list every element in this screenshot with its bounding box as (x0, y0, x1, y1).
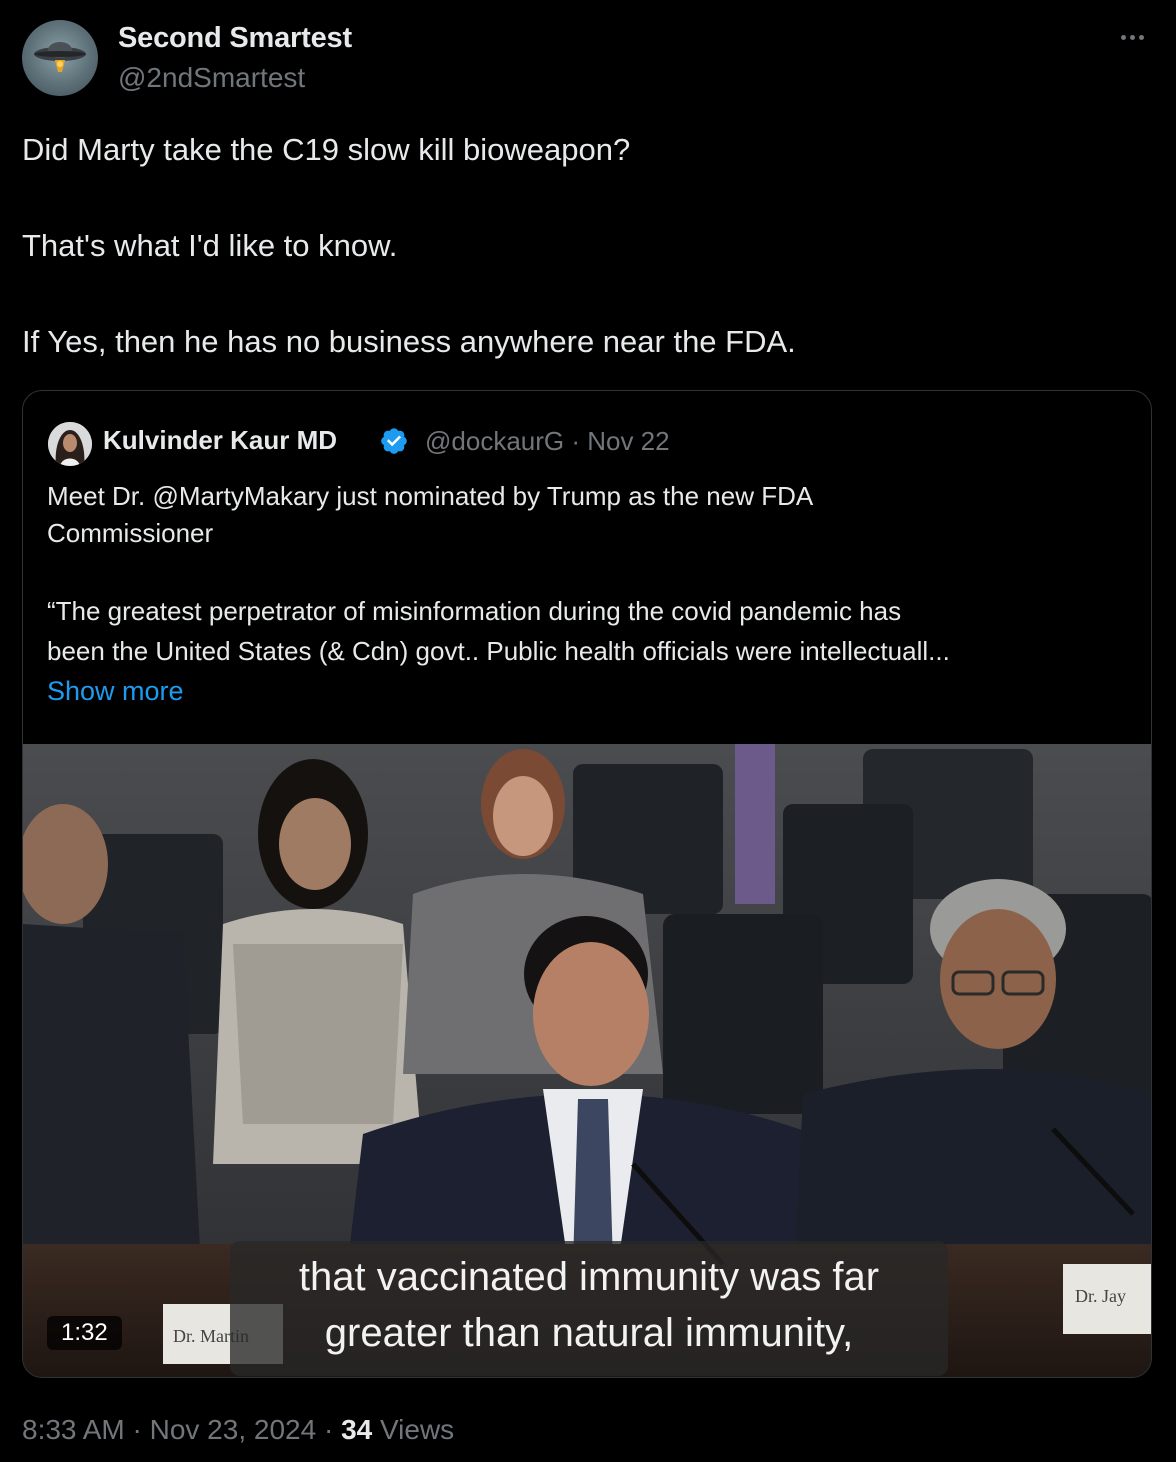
show-more-link[interactable]: Show more (47, 676, 184, 707)
video-caption: that vaccinated immunity was far greater… (230, 1241, 948, 1376)
more-options-icon[interactable] (1112, 22, 1152, 52)
tweet-timestamp[interactable]: 8:33 AM · Nov 23, 2024 · (22, 1414, 341, 1445)
author-handle[interactable]: @2ndSmartest (118, 62, 305, 94)
author-avatar[interactable] (22, 20, 98, 96)
views-count: 34 (341, 1414, 373, 1445)
quoted-handle-date[interactable]: @dockaurG · Nov 22 (425, 426, 670, 457)
video-duration-badge: 1:32 (47, 1316, 122, 1350)
tweet: Second Smartest @2ndSmartest Did Marty t… (0, 0, 1176, 1462)
video-player[interactable]: Dr. Martin Dr. Jay that vaccinated immun… (23, 744, 1151, 1377)
tweet-metadata: 8:33 AM · Nov 23, 2024 · 34 Views (22, 1414, 454, 1446)
views-label: Views (372, 1414, 455, 1445)
quoted-text-line: Commissioner (47, 518, 214, 548)
verified-badge-icon (381, 428, 407, 454)
quoted-author-avatar[interactable] (48, 422, 92, 466)
author-display-name[interactable]: Second Smartest (118, 22, 352, 55)
caption-line: that vaccinated immunity was far (298, 1255, 880, 1299)
tweet-text-line: If Yes, then he has no business anywhere… (22, 324, 796, 359)
tweet-text-line: That's what I'd like to know. (22, 228, 398, 263)
tweet-text-line: Did Marty take the C19 slow kill bioweap… (22, 132, 631, 167)
nameplate-right: Dr. Jay (1075, 1286, 1126, 1306)
quoted-text-line: “The greatest perpetrator of misinformat… (47, 596, 902, 626)
caption-line: greater than natural immunity, (324, 1311, 854, 1355)
quoted-author-name[interactable]: Kulvinder Kaur MD (103, 425, 337, 456)
quoted-tweet-card[interactable]: Kulvinder Kaur MD @dockaurG · Nov 22 Mee… (22, 390, 1152, 1378)
quoted-text-line: been the United States (& Cdn) govt.. Pu… (47, 636, 950, 666)
quoted-text-line: Meet Dr. @MartyMakary just nominated by … (47, 481, 814, 511)
